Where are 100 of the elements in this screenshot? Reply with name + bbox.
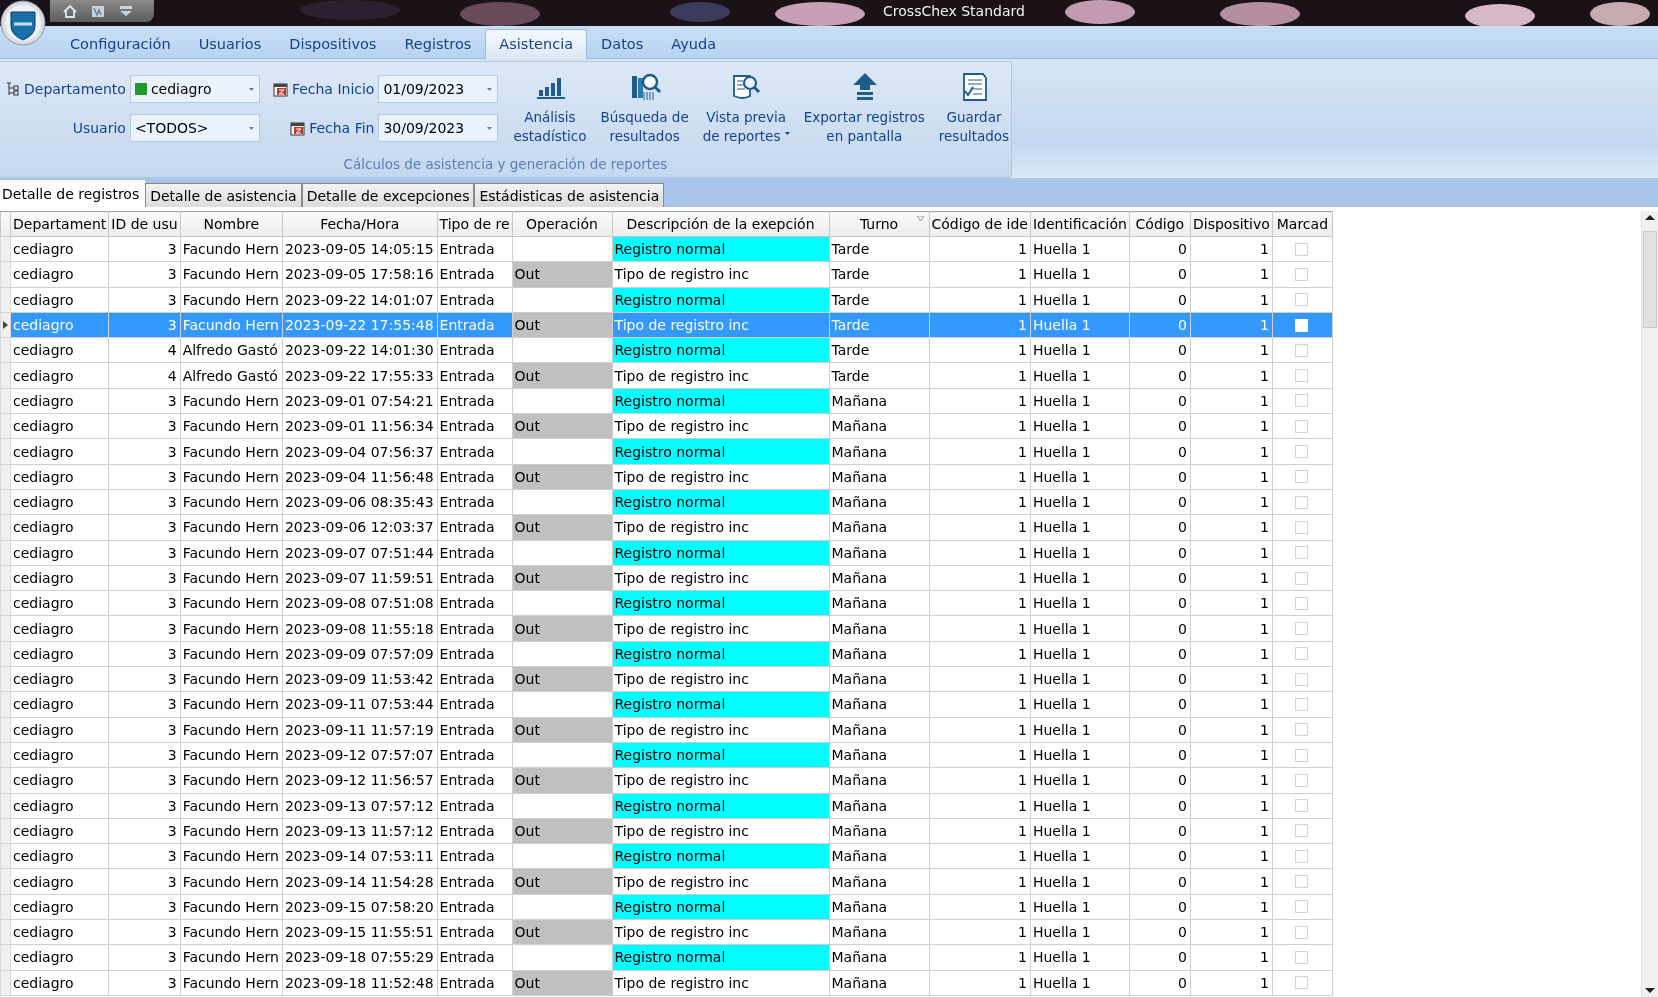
sheet-tab[interactable]: Detalle de registros	[0, 180, 146, 207]
checkbox[interactable]	[1295, 369, 1309, 383]
ribbon-button[interactable]: Exportar registros en pantalla	[796, 70, 932, 146]
checkbox[interactable]	[1295, 495, 1309, 509]
checkbox[interactable]	[1295, 824, 1309, 838]
table-cell: Entrada	[437, 464, 512, 490]
checkbox[interactable]	[1295, 672, 1309, 686]
table-cell: Entrada	[437, 641, 512, 667]
table-cell: 3	[108, 742, 181, 768]
checkbox[interactable]	[1295, 723, 1309, 737]
table-cell: 0	[1129, 261, 1191, 288]
table-cell: Mañana	[829, 843, 929, 869]
table-cell: Tipo de registro inc	[612, 868, 829, 895]
table-cell: 2023-09-01 07:54:21	[282, 388, 438, 414]
checkbox[interactable]	[1295, 470, 1309, 484]
column-header[interactable]: Descripción de la exepción	[612, 211, 829, 237]
menu-tab[interactable]: Asistencia	[485, 29, 588, 59]
scrollbar[interactable]	[1641, 211, 1658, 997]
sheet-tab[interactable]: Estádisticas de asistencia	[474, 183, 665, 207]
table-cell: 2023-09-06 12:03:37	[282, 514, 438, 541]
checkbox[interactable]	[1295, 748, 1309, 762]
date-field[interactable]: 01/09/2023	[378, 75, 499, 104]
scroll-thumb[interactable]	[1643, 231, 1657, 328]
checkbox[interactable]	[1295, 520, 1309, 534]
department-dropdown[interactable]: cediagro	[129, 75, 260, 104]
checkbox[interactable]	[1295, 394, 1309, 408]
date-field[interactable]: 30/09/2023	[378, 114, 499, 143]
table-cell: Entrada	[437, 540, 512, 566]
table-cell: 1	[1190, 641, 1273, 667]
column-header[interactable]: Código de ide	[929, 211, 1031, 237]
checkbox[interactable]	[1295, 571, 1309, 585]
ribbon-button[interactable]: Vista previa de reportes	[695, 70, 797, 146]
table-cell: 3	[108, 236, 181, 262]
table-cell: cediagro	[10, 868, 109, 895]
checkbox[interactable]	[1295, 647, 1309, 661]
caret-icon	[247, 86, 255, 92]
menu-tab[interactable]: Datos	[587, 29, 658, 58]
column-header[interactable]: Departament	[10, 211, 109, 237]
checkbox[interactable]	[1295, 875, 1309, 889]
column-header[interactable]: ID de usu	[108, 211, 181, 237]
dropdown-icon[interactable]	[118, 3, 134, 19]
checkbox[interactable]	[1295, 343, 1309, 357]
table-cell: 1	[1190, 489, 1273, 515]
checkbox[interactable]	[1295, 950, 1309, 964]
checkbox[interactable]	[1295, 267, 1309, 281]
column-header[interactable]: Fecha/Hora	[282, 211, 438, 237]
menu-tab[interactable]: Dispositivos	[275, 29, 391, 58]
table-cell: 0	[1129, 894, 1191, 920]
table-cell: 0	[1129, 742, 1191, 768]
table-cell: 1	[1190, 742, 1273, 768]
checkbox[interactable]	[1295, 849, 1309, 863]
checkbox[interactable]	[1295, 622, 1309, 636]
table-cell: 0	[1129, 767, 1191, 794]
column-header[interactable]: Dispositivo	[1190, 211, 1273, 237]
document-icon[interactable]	[90, 3, 106, 19]
sheet-tab[interactable]: Detalle de excepciones	[301, 183, 475, 207]
ribbon-button[interactable]: Búsqueda de resultados	[593, 70, 696, 146]
table-cell: cediagro	[10, 514, 109, 541]
menu-tab[interactable]: Ayuda	[657, 29, 731, 58]
menu-tab[interactable]: Usuarios	[184, 29, 276, 58]
ribbon-button[interactable]: Análisis estadístico	[506, 70, 594, 146]
column-header[interactable]: Identificación	[1030, 211, 1130, 237]
column-header[interactable]: Nombre	[180, 211, 283, 237]
checkbox[interactable]	[1295, 976, 1309, 990]
table-cell: Huella 1	[1030, 438, 1130, 465]
sheet-tab[interactable]: Detalle de asistencia	[145, 183, 302, 207]
menu-tab[interactable]: Configuración	[56, 29, 185, 58]
column-header[interactable]: Tipo de re	[437, 211, 512, 237]
table-cell: 0	[1129, 413, 1191, 439]
checkbox[interactable]	[1295, 773, 1309, 787]
table-cell: Facundo Hern	[180, 919, 283, 945]
table-cell: 3	[108, 868, 181, 895]
checkbox[interactable]	[1295, 445, 1309, 458]
checkbox[interactable]	[1295, 925, 1309, 939]
table-cell: Huella 1	[1030, 818, 1130, 844]
user-dropdown[interactable]: <TODOS>	[129, 114, 260, 143]
table-cell: Facundo Hern	[180, 843, 283, 869]
checkbox[interactable]	[1295, 242, 1309, 256]
column-header[interactable]: Código	[1129, 211, 1191, 237]
table-cell: Huella 1	[1030, 717, 1130, 743]
checkbox[interactable]	[1295, 900, 1309, 914]
checkbox[interactable]	[1295, 799, 1309, 813]
home-icon[interactable]	[62, 3, 78, 19]
column-header[interactable]: Turno	[829, 211, 929, 237]
checkbox[interactable]	[1295, 419, 1309, 433]
column-header[interactable]: Operación	[512, 211, 612, 237]
checkbox[interactable]	[1295, 596, 1309, 610]
table-cell: 4	[108, 363, 181, 389]
checkbox[interactable]	[1295, 546, 1309, 560]
table-cell: 2023-09-11 07:53:44	[282, 691, 438, 718]
table-cell: Huella 1	[1030, 868, 1130, 895]
table-cell: cediagro	[10, 691, 109, 718]
checkbox[interactable]	[1295, 293, 1309, 307]
table-cell: 2023-09-14 07:53:11	[282, 843, 438, 869]
table-cell: Huella 1	[1030, 489, 1130, 515]
ribbon-button[interactable]: Guardar resultados	[931, 70, 1017, 146]
checkbox[interactable]	[1295, 698, 1309, 711]
column-header[interactable]: Marcad	[1272, 211, 1333, 237]
menu-tab[interactable]: Registros	[390, 29, 486, 58]
table-cell: Out	[512, 666, 612, 692]
